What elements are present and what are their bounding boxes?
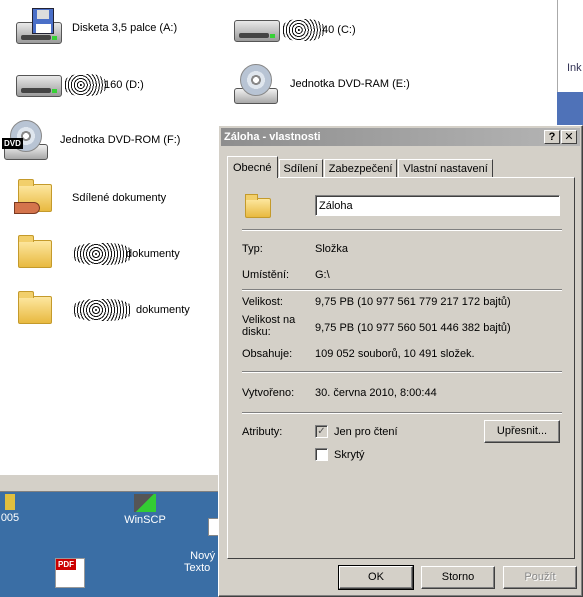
tab-security[interactable]: Zabezpečení (323, 159, 398, 178)
drive-a-label: Disketa 3,5 palce (A:) (72, 22, 178, 34)
type-value: Složka (315, 243, 349, 255)
readonly-checkbox[interactable]: ✓ (315, 425, 328, 438)
readonly-label: Jen pro čtení (334, 425, 398, 438)
attributes-label: Atributy: (242, 426, 283, 438)
location-label: Umístění: (242, 269, 290, 281)
redacted-scribble (72, 299, 132, 321)
drive-c[interactable]: 40 (C:) (232, 8, 356, 52)
redacted-scribble (64, 74, 106, 96)
properties-dialog: Záloha - vlastnosti ? ✕ Obecné Sdílení Z… (218, 125, 583, 597)
folder-name-input[interactable] (315, 195, 560, 216)
drive-c-label: 40 (C:) (322, 24, 356, 36)
desktop-icon-label: WinSCP (124, 514, 166, 526)
location-value: G:\ (315, 269, 330, 281)
drive-a[interactable]: Disketa 3,5 palce (A:) (14, 6, 177, 50)
user-documents-1[interactable]: dokumenty (14, 232, 180, 276)
shared-folder-icon (14, 176, 64, 220)
dialog-title: Záloha - vlastnosti (224, 131, 321, 143)
disk-size-value: 9,75 PB (10 977 560 501 446 382 bajtů) (315, 322, 511, 334)
tab-strip: Obecné Sdílení Zabezpečení Vlastní nasta… (227, 156, 494, 178)
tab-general[interactable]: Obecné (227, 156, 278, 178)
redacted-scribble (72, 243, 132, 265)
hidden-label: Skrytý (334, 448, 365, 461)
desktop-icon-label: 005 (0, 512, 20, 524)
type-label: Typ: (242, 243, 263, 255)
divider (242, 289, 562, 291)
background-window-text: Ink (567, 62, 582, 74)
desktop-icon-text-document[interactable]: Nový Texto (184, 494, 222, 574)
divider (242, 412, 562, 414)
apply-button[interactable]: Použít (503, 566, 577, 589)
pdf-icon: PDF (55, 558, 85, 588)
folder-icon (245, 194, 271, 218)
desktop-icon-app[interactable]: 005 (0, 494, 22, 524)
user-documents-1-label: dokumenty (126, 248, 180, 260)
advanced-button[interactable]: Upřesnit... (484, 420, 560, 443)
size-label: Velikost: (242, 296, 283, 308)
contains-label: Obsahuje: (242, 348, 293, 360)
user-documents-2[interactable]: dokumenty (14, 288, 190, 332)
redacted-scribble (282, 19, 324, 41)
contains-value: 109 052 souborů, 10 491 složek. (315, 348, 475, 360)
divider (242, 371, 562, 373)
tab-sharing[interactable]: Sdílení (278, 159, 323, 178)
close-button[interactable]: ✕ (561, 130, 577, 144)
user-documents-2-label: dokumenty (136, 304, 190, 316)
drive-e-label: Jednotka DVD-RAM (E:) (290, 78, 410, 90)
help-button[interactable]: ? (544, 130, 560, 144)
tab-customize[interactable]: Vlastní nastavení (398, 159, 493, 178)
general-tab-panel: Typ: Složka Umístění: G:\ Velikost: 9,75… (227, 177, 575, 559)
dvd-rom-drive-icon: DVD (2, 118, 52, 162)
floppy-icon (14, 6, 64, 50)
dialog-titlebar[interactable]: Záloha - vlastnosti ? ✕ (221, 128, 580, 146)
app-icon (5, 494, 15, 510)
background-window-panel (557, 0, 583, 92)
ok-button[interactable]: OK (338, 565, 414, 590)
pdf-badge: PDF (56, 559, 76, 570)
drive-f-label: Jednotka DVD-ROM (F:) (60, 134, 181, 146)
created-label: Vytvořeno: (242, 387, 295, 399)
desktop-icon-pdf[interactable]: PDF (52, 558, 88, 590)
shared-documents[interactable]: Sdílené dokumenty (14, 176, 166, 220)
size-value: 9,75 PB (10 977 561 779 217 172 bajtů) (315, 296, 511, 308)
dvd-ram-drive-icon (232, 62, 282, 106)
disk-size-label: Velikost na disku: (242, 314, 296, 338)
hidden-checkbox[interactable] (315, 448, 328, 461)
drive-f[interactable]: DVD Jednotka DVD-ROM (F:) (2, 118, 180, 162)
explorer-statusbar (0, 475, 220, 492)
hard-drive-icon (232, 8, 282, 52)
drive-d[interactable]: 160 (D:) (14, 63, 144, 107)
divider (242, 229, 562, 231)
cancel-button[interactable]: Storno (421, 566, 495, 589)
folder-icon (14, 288, 64, 332)
created-value: 30. června 2010, 8:00:44 (315, 387, 437, 399)
drive-d-label: 160 (D:) (104, 79, 144, 91)
shared-documents-label: Sdílené dokumenty (72, 192, 167, 204)
desktop-icon-label: Nový Texto (184, 550, 216, 574)
hidden-checkbox-row[interactable]: Skrytý (315, 448, 365, 461)
readonly-checkbox-row[interactable]: ✓ Jen pro čtení (315, 425, 398, 438)
winscp-icon (134, 494, 156, 512)
folder-icon (14, 232, 64, 276)
desktop-icon-winscp[interactable]: WinSCP (120, 494, 170, 526)
hard-drive-icon (14, 63, 64, 107)
drive-e[interactable]: Jednotka DVD-RAM (E:) (232, 62, 410, 106)
